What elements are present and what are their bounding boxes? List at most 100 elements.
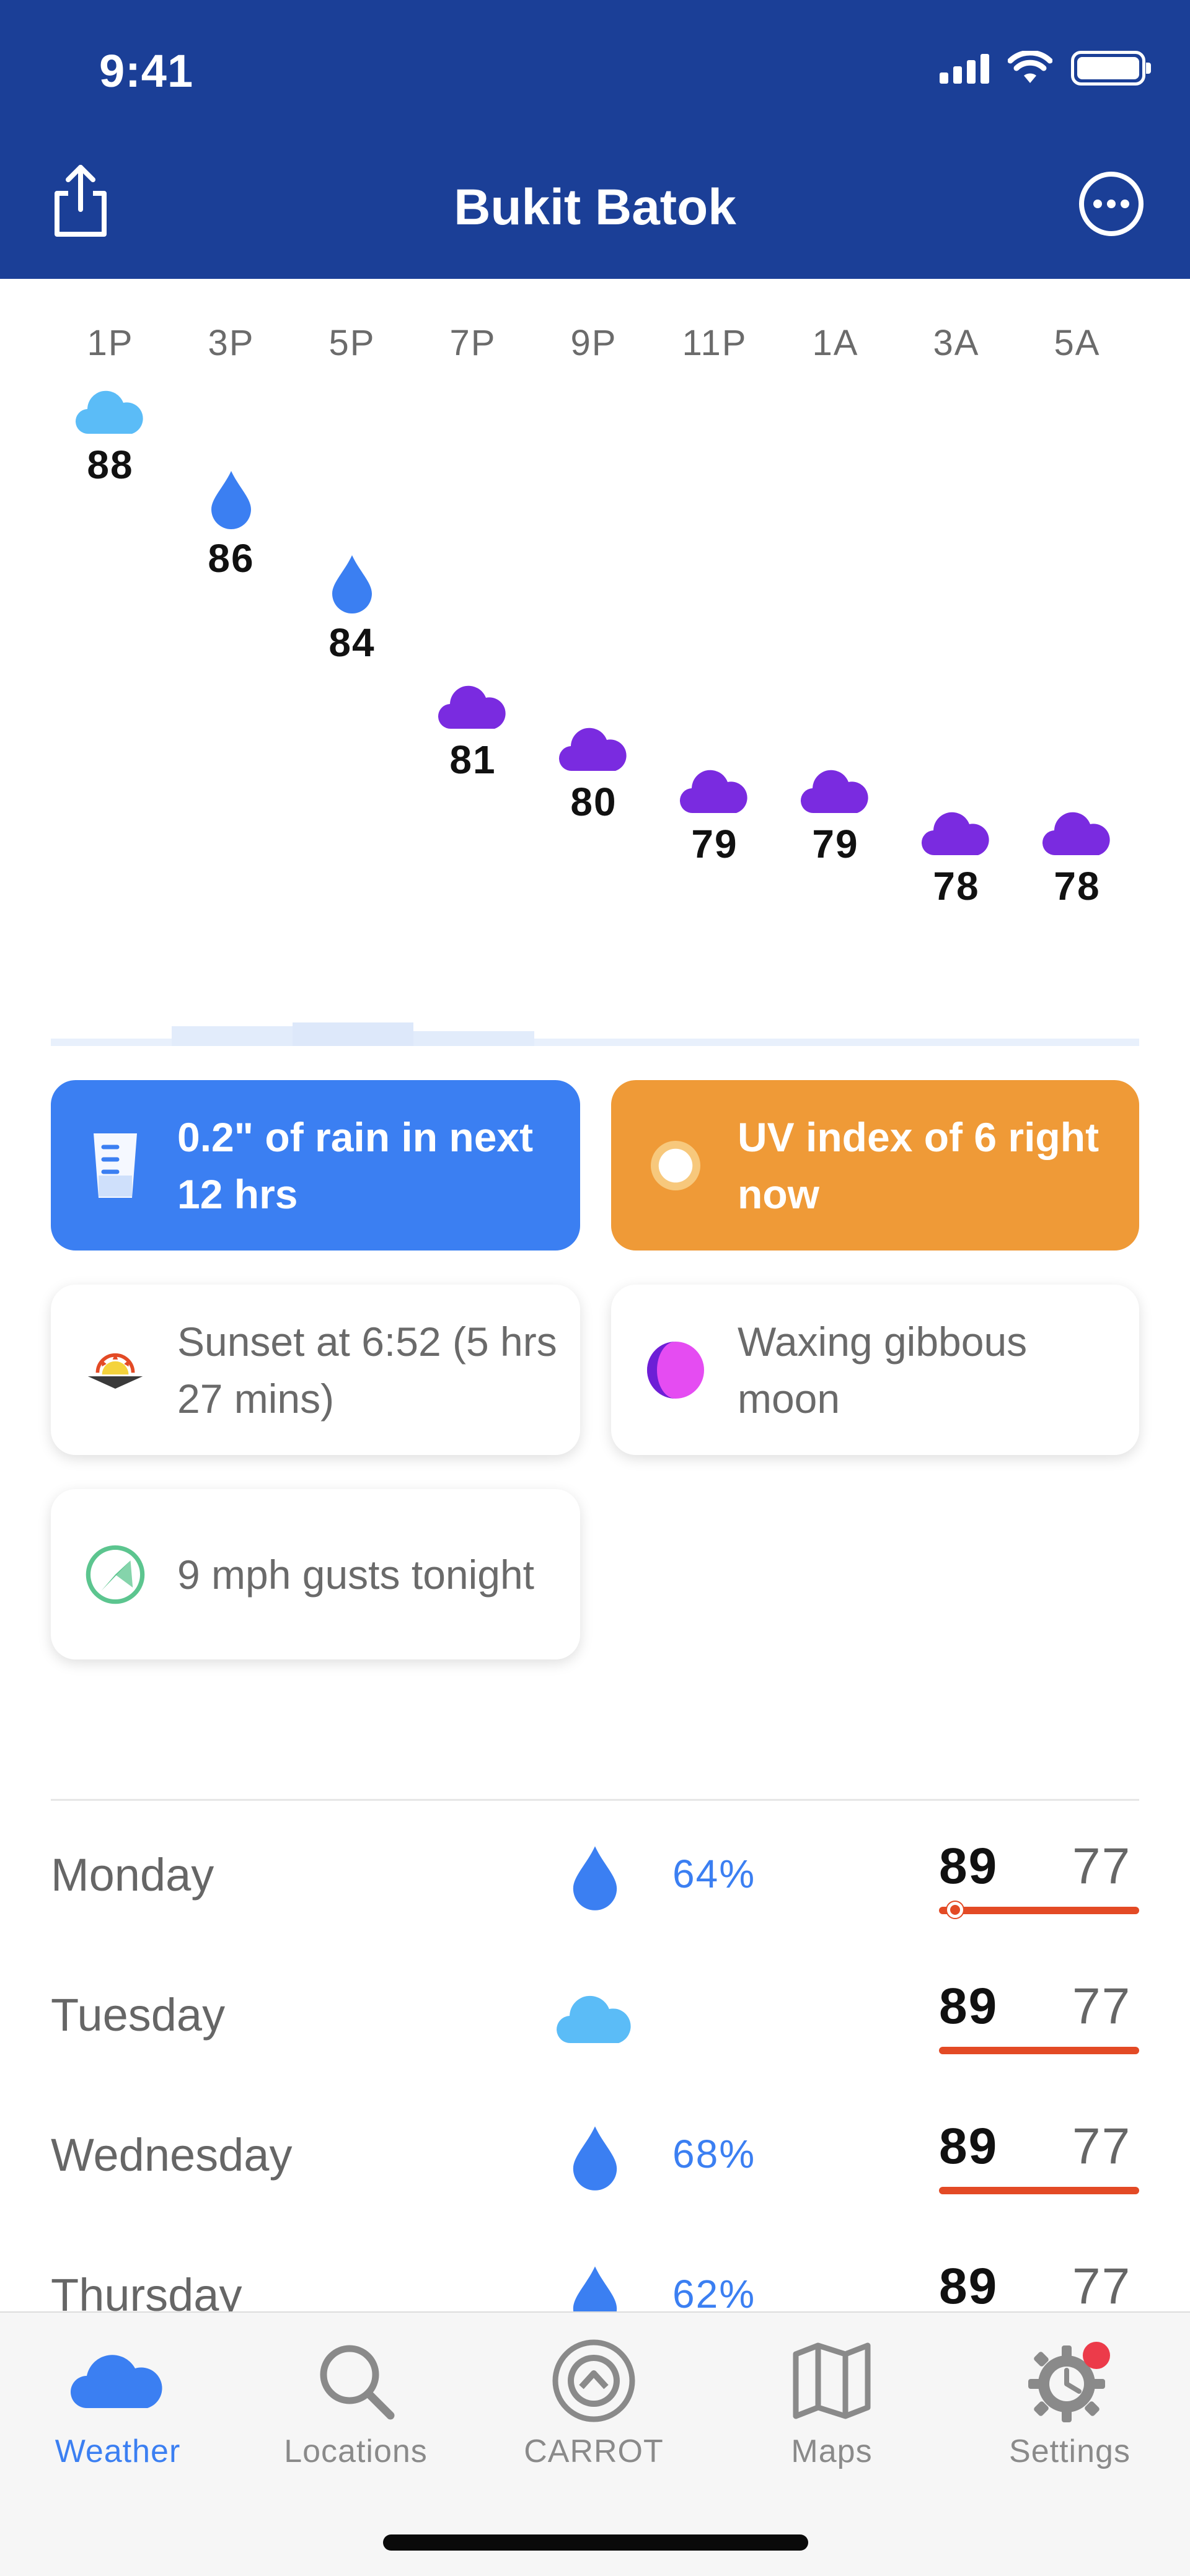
search-icon: [320, 2345, 395, 2420]
hour-label: 3P: [208, 323, 255, 363]
hourly-forecast-item[interactable]: 78: [907, 806, 1006, 909]
rain-total-card[interactable]: 0.2" of rain in next 12 hrs: [51, 1080, 580, 1251]
hourly-temp: 81: [449, 737, 496, 782]
battery-icon: [1071, 51, 1151, 86]
hour-label: 5A: [1054, 323, 1101, 363]
hour-label: 7P: [449, 323, 496, 363]
daily-forecast-row[interactable]: Tuesday 89 77: [0, 1959, 1190, 2099]
day-weather-icon: [552, 1837, 638, 1918]
wind-compass-icon: [84, 1544, 146, 1606]
tab-label: Settings: [1009, 2433, 1130, 2469]
temp-range-bar: [939, 2187, 1139, 2194]
hourly-temp: 86: [208, 536, 255, 581]
low-temp: 77: [1072, 1838, 1132, 1894]
wind-text: 9 mph gusts tonight: [177, 1551, 535, 1598]
tab-label: Weather: [55, 2433, 181, 2469]
cloud-icon: [1042, 812, 1110, 856]
tab-settings[interactable]: Settings: [952, 2331, 1188, 2470]
hourly-forecast-item[interactable]: 86: [182, 468, 281, 581]
raindrop-icon: [211, 471, 251, 529]
hourly-forecast-item[interactable]: 79: [665, 763, 764, 867]
raindrop-icon: [573, 2126, 617, 2191]
sun-icon: [645, 1135, 707, 1197]
sunset-icon: [84, 1339, 146, 1401]
precipitation-timeline: [51, 1022, 1139, 1046]
hourly-temp: 84: [328, 620, 376, 665]
tab-carrot[interactable]: CARROT: [476, 2331, 712, 2470]
cloud-icon: [556, 1996, 631, 2044]
app-header: 9:41 Bukit Batok: [0, 0, 1190, 279]
status-icons: [940, 51, 1151, 86]
more-options-icon[interactable]: [1077, 170, 1145, 238]
hourly-temp: 80: [570, 780, 617, 824]
raindrop-icon: [573, 1846, 617, 1910]
high-temp: 89: [939, 1978, 998, 2034]
temp-range-bar: [939, 2047, 1139, 2054]
moon-phase-text: Waxing gibbous moon: [738, 1318, 1028, 1422]
carrot-logo-icon: [552, 2339, 635, 2422]
tab-maps[interactable]: Maps: [714, 2331, 950, 2470]
day-name: Tuesday: [51, 1989, 226, 2041]
status-time: 9:41: [99, 45, 194, 97]
location-title[interactable]: Bukit Batok: [0, 178, 1190, 237]
low-temp: 77: [1072, 2118, 1132, 2174]
precip-chance: 64%: [672, 1852, 756, 1896]
tab-label: CARROT: [524, 2433, 664, 2469]
uv-index-card[interactable]: UV index of 6 right now: [611, 1080, 1139, 1251]
precip-chance: 62%: [672, 2272, 756, 2316]
hourly-forecast-item[interactable]: 79: [786, 763, 885, 867]
high-temp: 89: [939, 2118, 998, 2174]
moon-icon: [645, 1339, 707, 1401]
gear-icon: [1028, 2342, 1110, 2422]
sunset-text: Sunset at 6:52 (5 hrs 27 mins): [177, 1318, 557, 1422]
day-weather-icon: [552, 2117, 638, 2198]
cloud-icon: [75, 390, 143, 434]
moon-phase-card[interactable]: Waxing gibbous moon: [611, 1285, 1139, 1455]
rain-total-text: 0.2" of rain in next 12 hrs: [177, 1114, 534, 1217]
tab-label: Maps: [791, 2433, 873, 2469]
raindrop-icon: [332, 555, 372, 613]
hourly-forecast-item[interactable]: 80: [544, 721, 643, 825]
high-temp: 89: [939, 2258, 998, 2314]
current-temp-marker: [947, 1902, 963, 1918]
section-divider: [51, 1799, 1139, 1801]
home-indicator[interactable]: [383, 2534, 808, 2551]
hourly-forecast-item[interactable]: 78: [1028, 806, 1127, 909]
hour-label: 9P: [570, 323, 617, 363]
cellular-signal-icon: [940, 53, 989, 84]
hourly-forecast-item[interactable]: 84: [302, 553, 402, 666]
hourly-forecast-item[interactable]: 88: [61, 384, 160, 488]
day-weather-icon: [552, 1977, 638, 2058]
daily-forecast-row[interactable]: Wednesday 68% 89 77: [0, 2099, 1190, 2239]
hourly-temp: 79: [691, 822, 738, 866]
tab-weather[interactable]: Weather: [0, 2331, 236, 2470]
map-icon: [793, 2342, 871, 2419]
hour-label: 11P: [682, 323, 747, 363]
cloud-icon: [679, 770, 747, 814]
cloud-icon: [438, 685, 506, 729]
hourly-forecast-item[interactable]: 81: [423, 679, 522, 783]
sunset-card[interactable]: Sunset at 6:52 (5 hrs 27 mins): [51, 1285, 580, 1455]
uv-index-text: UV index of 6 right now: [738, 1114, 1100, 1217]
high-temp: 89: [939, 1838, 998, 1894]
cloud-icon: [71, 2355, 162, 2408]
cloud-icon: [800, 770, 868, 814]
day-name: Monday: [51, 1849, 214, 1901]
tab-locations[interactable]: Locations: [238, 2331, 474, 2470]
wind-card[interactable]: 9 mph gusts tonight: [51, 1489, 580, 1659]
hour-label: 5P: [328, 323, 376, 363]
hourly-temp: 78: [1054, 864, 1101, 908]
hour-label: 1P: [87, 323, 134, 363]
tab-label: Locations: [284, 2433, 428, 2469]
hourly-temp: 78: [933, 864, 980, 908]
daily-forecast-row[interactable]: Monday 64% 89 77: [0, 1819, 1190, 1959]
low-temp: 77: [1072, 1978, 1132, 2034]
cloud-icon: [558, 728, 627, 771]
precip-chance: 68%: [672, 2132, 756, 2176]
wifi-icon: [1008, 51, 1052, 83]
hourly-temp: 79: [812, 822, 859, 866]
day-name: Wednesday: [51, 2129, 293, 2181]
cloud-icon: [921, 812, 989, 856]
rain-gauge-icon: [84, 1133, 146, 1198]
low-temp: 77: [1072, 2258, 1132, 2314]
